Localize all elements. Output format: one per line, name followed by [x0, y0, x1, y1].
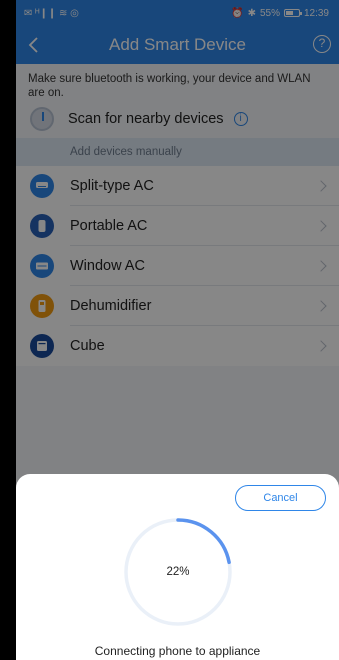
connecting-sheet: Cancel 22% Connecting phone to appliance — [16, 474, 339, 660]
progress-ring: 22% — [121, 515, 235, 629]
progress-percent: 22% — [166, 566, 190, 578]
cancel-button[interactable]: Cancel — [235, 485, 326, 511]
phone-screen: ✉ ᴴ❙❙ ≋ ◎ ⏰ ✱ 55% 12:39 Add Smart Device… — [16, 0, 339, 660]
connecting-message: Connecting phone to appliance — [94, 644, 261, 658]
